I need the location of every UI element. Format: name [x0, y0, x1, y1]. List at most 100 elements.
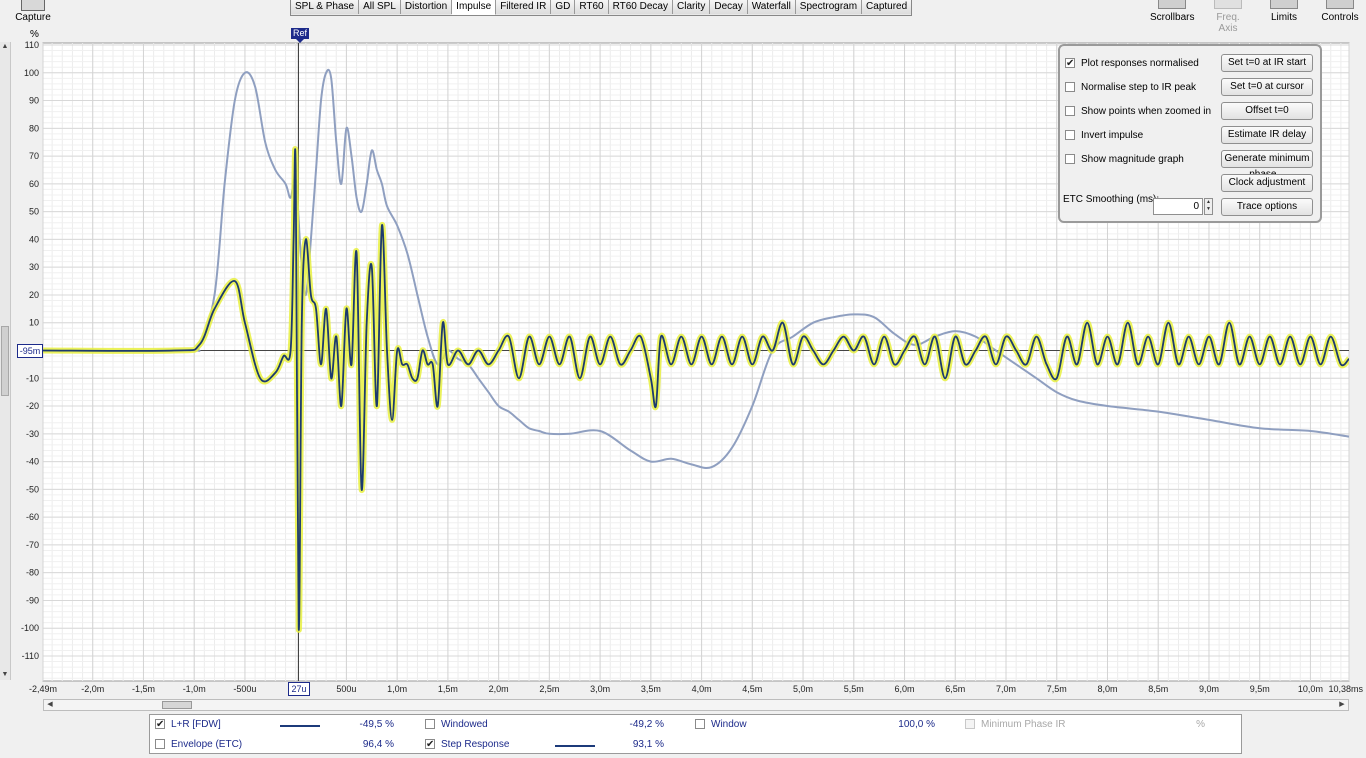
x-tick-label: 3,0m	[590, 684, 610, 694]
x-tick-label: 9,0m	[1199, 684, 1219, 694]
legend-label: Windowed	[441, 719, 488, 730]
legend-checkbox-icon[interactable]	[155, 739, 165, 750]
legend-value: %	[1196, 719, 1205, 730]
x-tick-label: 6,0m	[895, 684, 915, 694]
x-tick-label: 1,0m	[387, 684, 407, 694]
x-tick-label: 8,0m	[1097, 684, 1117, 694]
legend-windowed[interactable]: Windowed	[425, 717, 488, 733]
x-tick-label: 3,5m	[641, 684, 661, 694]
y-tick-label: 100	[24, 68, 39, 78]
scroll-right-icon[interactable]: ▶	[1336, 700, 1348, 710]
legend-value: 96,4 %	[362, 739, 394, 750]
y-tick-label: 80	[29, 123, 39, 133]
x-tick-label: 5,0m	[793, 684, 813, 694]
checkbox-show-magnitude-graph[interactable]: Show magnitude graph	[1065, 152, 1184, 168]
legend-checkbox-icon[interactable]	[155, 717, 165, 733]
x-tick-label: 2,0m	[489, 684, 509, 694]
x-tick-label: 4,5m	[742, 684, 762, 694]
y-tick-label: -100	[21, 623, 39, 633]
offset-t-0-button[interactable]: Offset t=0	[1221, 102, 1313, 120]
legend-value: -49,5 %	[359, 719, 394, 730]
horizontal-scrollbar[interactable]: ◀ ▶	[43, 699, 1349, 711]
y-tick-label: -80	[26, 568, 39, 578]
checkbox-plot-responses-normalised[interactable]: Plot responses normalised	[1065, 56, 1199, 72]
y-tick-label: -90	[26, 595, 39, 605]
checkbox-normalise-step-to-ir-peak[interactable]: Normalise step to IR peak	[1065, 80, 1196, 96]
checkbox-icon[interactable]	[1065, 56, 1075, 72]
checkbox-icon[interactable]	[1065, 82, 1075, 93]
clock-adjustment-button[interactable]: Clock adjustment	[1221, 174, 1313, 192]
etc-smoothing-label: ETC Smoothing (ms):	[1063, 194, 1160, 205]
legend-minimum-phase-ir[interactable]: Minimum Phase IR	[965, 717, 1065, 733]
legend-checkbox-icon[interactable]	[965, 719, 975, 730]
x-tick-label: 500u	[336, 684, 356, 694]
cursor-y-readout: -95m	[17, 344, 43, 358]
legend-label: L+R [FDW]	[171, 719, 221, 730]
x-tick-label: 9,5m	[1250, 684, 1270, 694]
checkbox-label: Show points when zoomed in	[1081, 106, 1212, 117]
x-tick-label: -1,0m	[183, 684, 206, 694]
ref-arrow-icon	[296, 39, 304, 43]
y-tick-label: 30	[29, 262, 39, 272]
estimate-ir-delay-button[interactable]: Estimate IR delay	[1221, 126, 1313, 144]
y-tick-label: -10	[26, 373, 39, 383]
checkbox-show-points-when-zoomed-in[interactable]: Show points when zoomed in	[1065, 104, 1211, 120]
trace-legend: L+R [FDW] -49,5 % Envelope (ETC) 96,4 % Wind…	[149, 714, 1242, 754]
y-tick-label: 70	[29, 151, 39, 161]
checkbox-label: Invert impulse	[1081, 130, 1144, 141]
etc-spinner-icon[interactable]: ▲ ▼	[1204, 198, 1213, 215]
legend-value: 100,0 %	[898, 719, 935, 730]
cursor-x-readout: 27u	[288, 682, 310, 696]
horizontal-scroll-thumb[interactable]	[162, 701, 192, 709]
x-tick-label: 1,5m	[438, 684, 458, 694]
legend-step-response[interactable]: Step Response	[425, 737, 509, 753]
x-tick-label: 10,38ms	[1328, 684, 1363, 694]
x-tick-label: -2,49m	[29, 684, 57, 694]
y-tick-label: 60	[29, 179, 39, 189]
legend-value: 93,1 %	[632, 739, 664, 750]
y-tick-label: 110	[25, 40, 39, 50]
x-tick-label: 7,5m	[1047, 684, 1067, 694]
set-t-0-at-cursor-button[interactable]: Set t=0 at cursor	[1221, 78, 1313, 96]
y-tick-label: -110	[22, 651, 39, 661]
generate-minimum-phase-button[interactable]: Generate minimum phase...	[1221, 150, 1313, 180]
legend-l-r-fdw[interactable]: L+R [FDW]	[155, 717, 221, 733]
y-tick-label: 10	[29, 318, 39, 328]
checkbox-icon[interactable]	[1065, 130, 1075, 141]
x-tick-label: 4,0m	[692, 684, 712, 694]
y-tick-label: -30	[26, 429, 39, 439]
y-tick-label: -70	[26, 540, 39, 550]
legend-swatch	[280, 725, 320, 727]
legend-checkbox-icon[interactable]	[695, 719, 705, 730]
x-tick-label: -500u	[233, 684, 256, 694]
checkbox-label: Show magnitude graph	[1081, 154, 1184, 165]
legend-value: -49,2 %	[629, 719, 664, 730]
legend-label: Envelope (ETC)	[171, 739, 243, 750]
x-tick-label: 7,0m	[996, 684, 1016, 694]
legend-checkbox-icon[interactable]	[425, 737, 435, 753]
legend-label: Minimum Phase IR	[981, 719, 1066, 730]
y-tick-label: 90	[29, 96, 39, 106]
x-tick-label: 5,5m	[844, 684, 864, 694]
legend-label: Window	[711, 719, 747, 730]
y-tick-label: -40	[26, 457, 39, 467]
x-tick-label: 10,0m	[1298, 684, 1323, 694]
legend-label: Step Response	[441, 739, 510, 750]
checkbox-icon[interactable]	[1065, 154, 1075, 165]
set-t-0-at-ir-start-button[interactable]: Set t=0 at IR start	[1221, 54, 1313, 72]
x-tick-label: 8,5m	[1148, 684, 1168, 694]
trace-options-button[interactable]: Trace options	[1221, 198, 1313, 216]
scroll-left-icon[interactable]: ◀	[44, 700, 56, 710]
checkbox-icon[interactable]	[1065, 106, 1075, 117]
y-tick-label: 50	[29, 207, 39, 217]
legend-envelope-etc[interactable]: Envelope (ETC)	[155, 737, 242, 753]
legend-swatch	[555, 745, 595, 747]
ref-marker[interactable]: Ref	[291, 28, 309, 39]
etc-smoothing-input[interactable]	[1153, 198, 1203, 215]
legend-window[interactable]: Window	[695, 717, 747, 733]
checkbox-invert-impulse[interactable]: Invert impulse	[1065, 128, 1143, 144]
legend-checkbox-icon[interactable]	[425, 719, 435, 730]
impulse-controls-panel: ETC Smoothing (ms): ▲▼ Plot responses no…	[1058, 44, 1322, 223]
checkbox-label: Normalise step to IR peak	[1081, 82, 1197, 93]
y-tick-label: -60	[26, 512, 39, 522]
